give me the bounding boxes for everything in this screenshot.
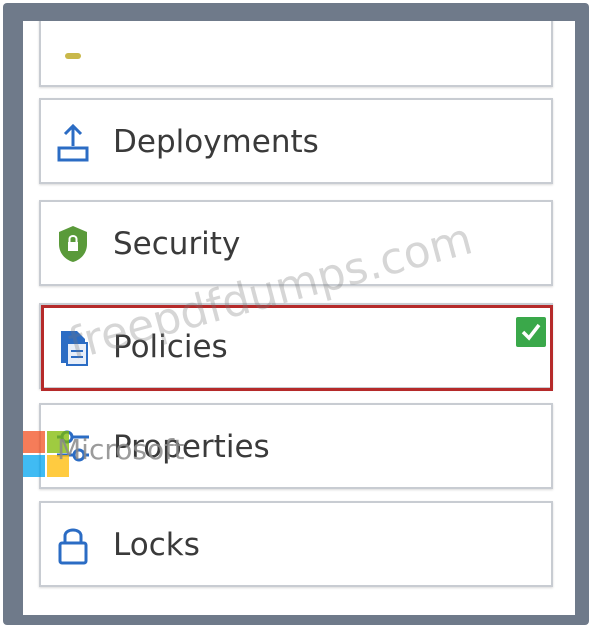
document-icon (53, 327, 93, 367)
shield-icon (53, 224, 93, 264)
menu-item-policies[interactable]: Policies (39, 303, 553, 389)
menu-item-label: Policies (113, 329, 228, 365)
partial-icon (53, 23, 93, 63)
lock-icon (53, 525, 93, 565)
microsoft-brand-text: Microsoft (57, 433, 185, 466)
menu-item-label: Security (113, 226, 241, 262)
menu-item-locks[interactable]: Locks (39, 501, 553, 587)
settings-menu-panel: Deployments Security Policies Properties… (23, 21, 575, 615)
menu-item-security[interactable]: Security (39, 200, 553, 286)
window-frame: Deployments Security Policies Properties… (3, 3, 589, 625)
menu-item-label: Locks (113, 527, 200, 563)
menu-item-label: Deployments (113, 124, 319, 160)
checkmark-icon (516, 317, 546, 347)
menu-item-deployments[interactable]: Deployments (39, 98, 553, 184)
menu-item-partial[interactable] (39, 21, 553, 87)
upload-icon (53, 122, 93, 162)
